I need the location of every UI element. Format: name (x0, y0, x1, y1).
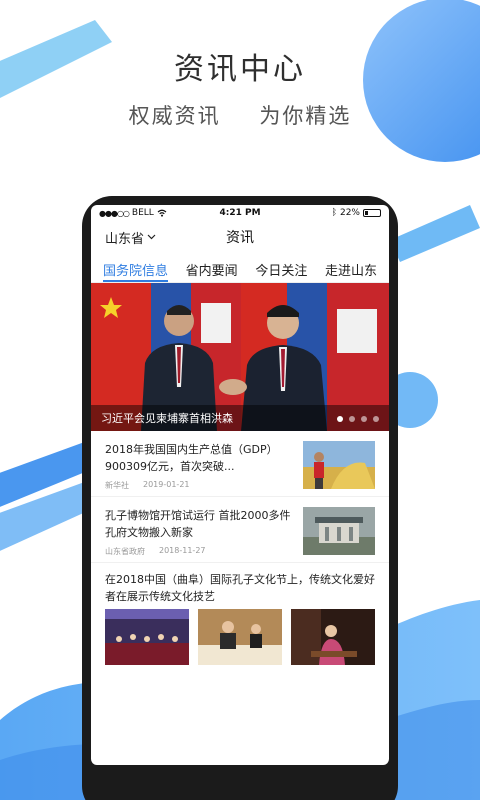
news-source: 新华社 (105, 481, 129, 490)
tab-today-focus[interactable]: 今日关注 (255, 253, 307, 282)
province-selector[interactable]: 山东省 (105, 228, 156, 247)
banner-dot[interactable] (361, 416, 367, 422)
status-bar: ●●●○○ BELL 4:21 PM ᛒ 22% (91, 205, 389, 221)
phone-frame: ●●●○○ BELL 4:21 PM ᛒ 22% 山东省 资讯 国务院信息 省内… (82, 196, 398, 800)
banner-carousel[interactable]: 习近平会见柬埔寨首相洪森 (91, 283, 389, 431)
museum-building-icon (303, 507, 375, 555)
tab-explore-shandong[interactable]: 走进山东 (325, 253, 377, 282)
banner-dot[interactable] (337, 416, 343, 422)
nav-bar: 山东省 资讯 (91, 221, 389, 253)
status-right: ᛒ 22% (291, 208, 381, 218)
news-item-multi[interactable]: 在2018中国（曲阜）国际孔子文化节上，传统文化爱好者在展示传统文化技艺 (91, 563, 389, 665)
news-meta: 山东省政府 2018-11-27 (105, 546, 295, 557)
news-meta: 新华社 2019-01-21 (105, 480, 295, 491)
news-date: 2018-11-27 (159, 546, 206, 555)
banner-dot[interactable] (373, 416, 379, 422)
battery-icon (362, 209, 381, 217)
carrier-label: BELL (131, 208, 154, 218)
phone-screen: ●●●○○ BELL 4:21 PM ᛒ 22% 山东省 资讯 国务院信息 省内… (91, 205, 389, 765)
province-label: 山东省 (105, 231, 145, 247)
battery-percent: 22% (339, 208, 360, 218)
news-title: 在2018中国（曲阜）国际孔子文化节上，传统文化爱好者在展示传统文化技艺 (105, 573, 375, 603)
news-text: 2018年我国国内生产总值（GDP）900309亿元，首次突破... 新华社 2… (105, 441, 303, 496)
banner-dot[interactable] (349, 416, 355, 422)
status-left: ●●●○○ BELL (99, 208, 189, 218)
tab-state-council[interactable]: 国务院信息 (103, 253, 169, 282)
calligraphy-icon (198, 609, 282, 665)
news-text: 孔子博物馆开馆试运行 首批2000多件孔府文物搬入新家 山东省政府 2018-1… (105, 507, 303, 562)
guqin-player-icon (291, 609, 375, 665)
category-tabs: 国务院信息 省内要闻 今日关注 走进山东 (91, 253, 389, 283)
promo-subtitle: 权威资讯 为你精选 (0, 100, 480, 130)
wifi-icon (157, 209, 167, 217)
news-date: 2019-01-21 (143, 480, 190, 489)
status-time: 4:21 PM (219, 208, 261, 218)
news-item[interactable]: 2018年我国国内生产总值（GDP）900309亿元，首次突破... 新华社 2… (91, 431, 389, 497)
banner-pagination (337, 416, 379, 422)
promo-subtitle-left: 权威资讯 (128, 104, 221, 128)
bluetooth-icon: ᛒ (331, 208, 337, 218)
news-thumb-row (105, 609, 375, 665)
promo-title: 资讯中心 (174, 52, 306, 87)
chevron-down-icon (147, 234, 156, 240)
news-source: 山东省政府 (105, 547, 145, 556)
news-item[interactable]: 孔子博物馆开馆试运行 首批2000多件孔府文物搬入新家 山东省政府 2018-1… (91, 497, 389, 563)
farmer-harvest-icon (303, 441, 375, 489)
signal-icon: ●●●○○ (99, 208, 130, 218)
tab-province-news[interactable]: 省内要闻 (186, 253, 238, 282)
news-title: 2018年我国国内生产总值（GDP）900309亿元，首次突破... (105, 443, 278, 473)
decor-stripe-right (390, 205, 480, 262)
promo-subtitle-right: 为你精选 (259, 104, 352, 128)
orchestra-performance-icon (105, 609, 189, 665)
news-title: 孔子博物馆开馆试运行 首批2000多件孔府文物搬入新家 (105, 509, 291, 539)
